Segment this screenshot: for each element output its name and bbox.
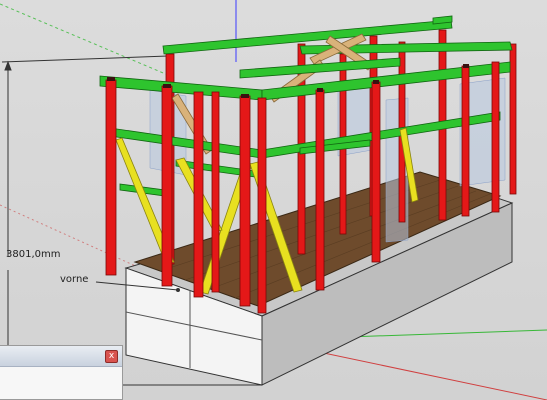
callout-dot bbox=[176, 288, 180, 292]
close-icon[interactable]: x bbox=[105, 350, 118, 363]
model-canvas[interactable] bbox=[0, 0, 547, 400]
dialog-titlebar[interactable]: x bbox=[0, 346, 122, 367]
callout-label[interactable]: vorne bbox=[58, 274, 90, 285]
floating-dialog[interactable]: x bbox=[0, 345, 123, 400]
green-axis bbox=[0, 3, 176, 79]
dimension-label[interactable]: 3801,0mm bbox=[6, 249, 60, 260]
dialog-body bbox=[0, 367, 122, 399]
3d-viewport[interactable]: 3801,0mm vorne bbox=[0, 0, 547, 400]
